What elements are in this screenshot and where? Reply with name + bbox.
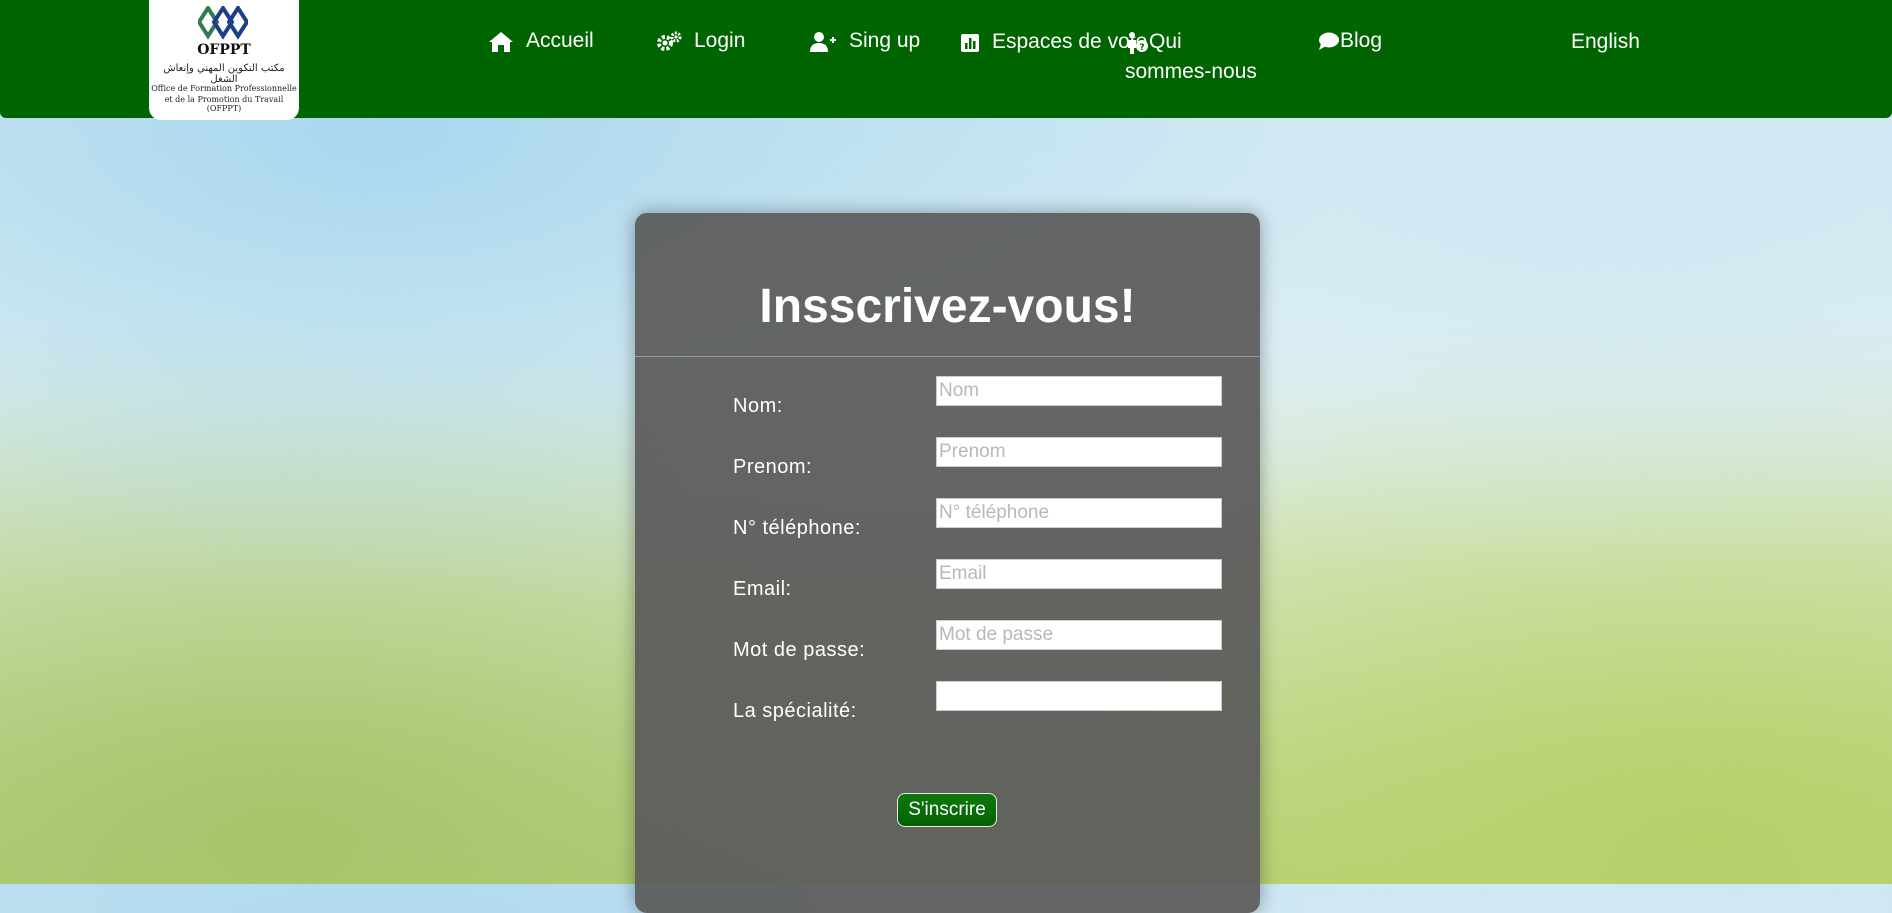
top-navbar: OFPPT مكتب التكوين المهني وإنعاش الشغل O…: [0, 0, 1892, 120]
specialite-input[interactable]: [936, 681, 1222, 711]
nav-accueil[interactable]: Accueil: [488, 29, 594, 53]
nav-espaces-de-vote[interactable]: Espaces de vote: [960, 27, 1147, 57]
logo-french-line2: et de la Promotion du Travail (OFPPT): [164, 95, 284, 113]
nav-accueil-label: Accueil: [526, 29, 594, 52]
mot-de-passe-input[interactable]: [936, 620, 1222, 650]
ofppt-logo[interactable]: OFPPT مكتب التكوين المهني وإنعاش الشغل O…: [149, 0, 299, 120]
ofppt-emblem-icon: [198, 6, 248, 40]
prenom-input[interactable]: [936, 437, 1222, 467]
logo-brand-text: OFPPT: [197, 42, 251, 58]
nav-blog[interactable]: Blog: [1318, 29, 1382, 53]
telephone-label: N° téléphone:: [733, 517, 861, 539]
prenom-label: Prenom:: [733, 456, 813, 478]
nav-espaces-de-vote-line1: Espaces de: [992, 30, 1102, 53]
nav-qui-sommes-nous-line2: sommes-nous: [1125, 60, 1257, 83]
nav-qui-sommes-nous-text: ? Qui sommes-nous: [1125, 27, 1257, 87]
comment-icon: [1319, 32, 1339, 50]
nav-sing-up[interactable]: Sing up: [809, 29, 920, 53]
nav-blog-label: Blog: [1340, 29, 1383, 52]
nom-input[interactable]: [936, 376, 1222, 406]
nom-label: Nom:: [733, 395, 783, 417]
telephone-input[interactable]: [936, 498, 1222, 528]
language-selector[interactable]: English: [1571, 30, 1640, 54]
signup-title: Insscrivez-vous!: [759, 280, 1136, 333]
signup-card: Insscrivez-vous! Nom: Prenom: N° télépho…: [635, 213, 1260, 913]
home-icon: [489, 32, 513, 52]
poll-icon: [961, 34, 979, 52]
logo-arabic-text: مكتب التكوين المهني وإنعاش الشغل: [163, 63, 285, 85]
logo-french-line1: Office de Formation Professionnelle: [151, 84, 297, 93]
nav-qui-sommes-nous-line1: Qui: [1149, 30, 1182, 53]
title-divider: [635, 356, 1260, 357]
gears-icon: [657, 31, 682, 51]
nav-qui-sommes-nous-first-line: ? Qui: [1125, 27, 1257, 57]
user-plus-icon: [810, 32, 836, 52]
email-input[interactable]: [936, 559, 1222, 589]
specialite-label: La spécialité:: [733, 700, 857, 722]
mot-de-passe-label: Mot de passe:: [733, 639, 866, 661]
nav-espaces-de-vote-text: Espaces de vote: [992, 27, 1147, 57]
email-label: Email:: [733, 578, 792, 600]
nav-login-label: Login: [694, 29, 746, 52]
nav-login[interactable]: Login: [656, 29, 745, 53]
svg-text:?: ?: [1139, 43, 1144, 53]
nav-sing-up-label: Sing up: [849, 29, 921, 52]
sinscrire-button[interactable]: S'inscrire: [897, 793, 997, 827]
person-question-icon: ?: [1128, 32, 1148, 54]
nav-qui-sommes-nous[interactable]: ? Qui sommes-nous: [1125, 27, 1257, 87]
